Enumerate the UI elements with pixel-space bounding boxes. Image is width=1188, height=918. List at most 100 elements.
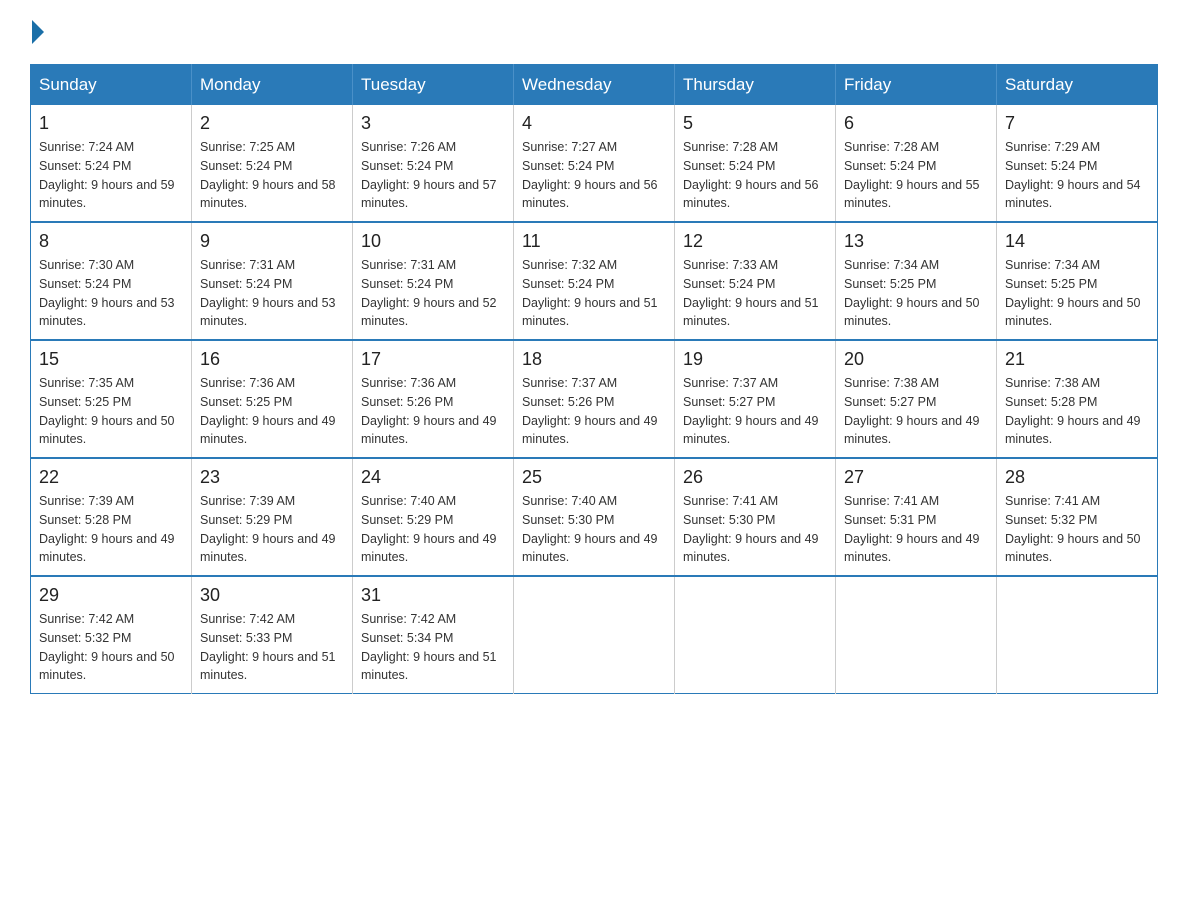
- day-info: Sunrise: 7:30 AM Sunset: 5:24 PM Dayligh…: [39, 256, 183, 331]
- day-number: 15: [39, 349, 183, 370]
- calendar-cell: 8 Sunrise: 7:30 AM Sunset: 5:24 PM Dayli…: [31, 222, 192, 340]
- day-info: Sunrise: 7:24 AM Sunset: 5:24 PM Dayligh…: [39, 138, 183, 213]
- day-number: 19: [683, 349, 827, 370]
- calendar-cell: 21 Sunrise: 7:38 AM Sunset: 5:28 PM Dayl…: [997, 340, 1158, 458]
- day-info: Sunrise: 7:38 AM Sunset: 5:28 PM Dayligh…: [1005, 374, 1149, 449]
- calendar-cell: 15 Sunrise: 7:35 AM Sunset: 5:25 PM Dayl…: [31, 340, 192, 458]
- page-header: [30, 20, 1158, 44]
- calendar-cell: 11 Sunrise: 7:32 AM Sunset: 5:24 PM Dayl…: [514, 222, 675, 340]
- calendar-cell: 7 Sunrise: 7:29 AM Sunset: 5:24 PM Dayli…: [997, 105, 1158, 222]
- calendar-cell: 24 Sunrise: 7:40 AM Sunset: 5:29 PM Dayl…: [353, 458, 514, 576]
- calendar-cell: 6 Sunrise: 7:28 AM Sunset: 5:24 PM Dayli…: [836, 105, 997, 222]
- day-number: 31: [361, 585, 505, 606]
- day-info: Sunrise: 7:34 AM Sunset: 5:25 PM Dayligh…: [1005, 256, 1149, 331]
- calendar-cell: 26 Sunrise: 7:41 AM Sunset: 5:30 PM Dayl…: [675, 458, 836, 576]
- day-number: 14: [1005, 231, 1149, 252]
- calendar-header-tuesday: Tuesday: [353, 65, 514, 106]
- calendar-cell: 22 Sunrise: 7:39 AM Sunset: 5:28 PM Dayl…: [31, 458, 192, 576]
- calendar-cell: 14 Sunrise: 7:34 AM Sunset: 5:25 PM Dayl…: [997, 222, 1158, 340]
- logo-arrow-icon: [32, 20, 44, 44]
- day-number: 6: [844, 113, 988, 134]
- calendar-cell: 17 Sunrise: 7:36 AM Sunset: 5:26 PM Dayl…: [353, 340, 514, 458]
- day-info: Sunrise: 7:33 AM Sunset: 5:24 PM Dayligh…: [683, 256, 827, 331]
- day-number: 24: [361, 467, 505, 488]
- calendar-cell: 20 Sunrise: 7:38 AM Sunset: 5:27 PM Dayl…: [836, 340, 997, 458]
- calendar-cell: 16 Sunrise: 7:36 AM Sunset: 5:25 PM Dayl…: [192, 340, 353, 458]
- calendar-header-saturday: Saturday: [997, 65, 1158, 106]
- day-number: 27: [844, 467, 988, 488]
- day-number: 7: [1005, 113, 1149, 134]
- day-info: Sunrise: 7:28 AM Sunset: 5:24 PM Dayligh…: [844, 138, 988, 213]
- day-info: Sunrise: 7:41 AM Sunset: 5:32 PM Dayligh…: [1005, 492, 1149, 567]
- calendar-week-row: 1 Sunrise: 7:24 AM Sunset: 5:24 PM Dayli…: [31, 105, 1158, 222]
- calendar-cell: 1 Sunrise: 7:24 AM Sunset: 5:24 PM Dayli…: [31, 105, 192, 222]
- day-number: 18: [522, 349, 666, 370]
- calendar-week-row: 15 Sunrise: 7:35 AM Sunset: 5:25 PM Dayl…: [31, 340, 1158, 458]
- calendar-cell: 5 Sunrise: 7:28 AM Sunset: 5:24 PM Dayli…: [675, 105, 836, 222]
- day-info: Sunrise: 7:32 AM Sunset: 5:24 PM Dayligh…: [522, 256, 666, 331]
- calendar-cell: [675, 576, 836, 694]
- day-number: 16: [200, 349, 344, 370]
- day-info: Sunrise: 7:41 AM Sunset: 5:31 PM Dayligh…: [844, 492, 988, 567]
- day-info: Sunrise: 7:25 AM Sunset: 5:24 PM Dayligh…: [200, 138, 344, 213]
- day-number: 25: [522, 467, 666, 488]
- day-number: 29: [39, 585, 183, 606]
- calendar-cell: [836, 576, 997, 694]
- calendar-cell: 13 Sunrise: 7:34 AM Sunset: 5:25 PM Dayl…: [836, 222, 997, 340]
- calendar-cell: [514, 576, 675, 694]
- day-info: Sunrise: 7:27 AM Sunset: 5:24 PM Dayligh…: [522, 138, 666, 213]
- day-number: 5: [683, 113, 827, 134]
- calendar-cell: 3 Sunrise: 7:26 AM Sunset: 5:24 PM Dayli…: [353, 105, 514, 222]
- day-info: Sunrise: 7:37 AM Sunset: 5:26 PM Dayligh…: [522, 374, 666, 449]
- day-number: 21: [1005, 349, 1149, 370]
- day-info: Sunrise: 7:36 AM Sunset: 5:26 PM Dayligh…: [361, 374, 505, 449]
- day-info: Sunrise: 7:29 AM Sunset: 5:24 PM Dayligh…: [1005, 138, 1149, 213]
- day-info: Sunrise: 7:42 AM Sunset: 5:32 PM Dayligh…: [39, 610, 183, 685]
- day-number: 3: [361, 113, 505, 134]
- calendar-table: SundayMondayTuesdayWednesdayThursdayFrid…: [30, 64, 1158, 694]
- day-info: Sunrise: 7:37 AM Sunset: 5:27 PM Dayligh…: [683, 374, 827, 449]
- calendar-cell: 29 Sunrise: 7:42 AM Sunset: 5:32 PM Dayl…: [31, 576, 192, 694]
- day-number: 26: [683, 467, 827, 488]
- day-number: 13: [844, 231, 988, 252]
- calendar-header-monday: Monday: [192, 65, 353, 106]
- day-info: Sunrise: 7:39 AM Sunset: 5:28 PM Dayligh…: [39, 492, 183, 567]
- day-info: Sunrise: 7:31 AM Sunset: 5:24 PM Dayligh…: [200, 256, 344, 331]
- calendar-week-row: 22 Sunrise: 7:39 AM Sunset: 5:28 PM Dayl…: [31, 458, 1158, 576]
- day-info: Sunrise: 7:42 AM Sunset: 5:33 PM Dayligh…: [200, 610, 344, 685]
- calendar-cell: 2 Sunrise: 7:25 AM Sunset: 5:24 PM Dayli…: [192, 105, 353, 222]
- day-info: Sunrise: 7:34 AM Sunset: 5:25 PM Dayligh…: [844, 256, 988, 331]
- day-number: 8: [39, 231, 183, 252]
- calendar-cell: [997, 576, 1158, 694]
- day-info: Sunrise: 7:39 AM Sunset: 5:29 PM Dayligh…: [200, 492, 344, 567]
- calendar-cell: 9 Sunrise: 7:31 AM Sunset: 5:24 PM Dayli…: [192, 222, 353, 340]
- day-info: Sunrise: 7:36 AM Sunset: 5:25 PM Dayligh…: [200, 374, 344, 449]
- day-number: 20: [844, 349, 988, 370]
- day-info: Sunrise: 7:40 AM Sunset: 5:29 PM Dayligh…: [361, 492, 505, 567]
- logo: [30, 20, 46, 44]
- day-info: Sunrise: 7:42 AM Sunset: 5:34 PM Dayligh…: [361, 610, 505, 685]
- calendar-header-wednesday: Wednesday: [514, 65, 675, 106]
- day-number: 28: [1005, 467, 1149, 488]
- calendar-cell: 19 Sunrise: 7:37 AM Sunset: 5:27 PM Dayl…: [675, 340, 836, 458]
- calendar-cell: 23 Sunrise: 7:39 AM Sunset: 5:29 PM Dayl…: [192, 458, 353, 576]
- calendar-header-sunday: Sunday: [31, 65, 192, 106]
- day-number: 10: [361, 231, 505, 252]
- day-number: 9: [200, 231, 344, 252]
- calendar-cell: 12 Sunrise: 7:33 AM Sunset: 5:24 PM Dayl…: [675, 222, 836, 340]
- day-info: Sunrise: 7:41 AM Sunset: 5:30 PM Dayligh…: [683, 492, 827, 567]
- day-number: 22: [39, 467, 183, 488]
- calendar-cell: 27 Sunrise: 7:41 AM Sunset: 5:31 PM Dayl…: [836, 458, 997, 576]
- day-number: 11: [522, 231, 666, 252]
- calendar-week-row: 29 Sunrise: 7:42 AM Sunset: 5:32 PM Dayl…: [31, 576, 1158, 694]
- calendar-header-thursday: Thursday: [675, 65, 836, 106]
- day-number: 12: [683, 231, 827, 252]
- day-number: 23: [200, 467, 344, 488]
- calendar-cell: 10 Sunrise: 7:31 AM Sunset: 5:24 PM Dayl…: [353, 222, 514, 340]
- day-info: Sunrise: 7:35 AM Sunset: 5:25 PM Dayligh…: [39, 374, 183, 449]
- calendar-cell: 25 Sunrise: 7:40 AM Sunset: 5:30 PM Dayl…: [514, 458, 675, 576]
- calendar-cell: 30 Sunrise: 7:42 AM Sunset: 5:33 PM Dayl…: [192, 576, 353, 694]
- day-info: Sunrise: 7:40 AM Sunset: 5:30 PM Dayligh…: [522, 492, 666, 567]
- day-info: Sunrise: 7:31 AM Sunset: 5:24 PM Dayligh…: [361, 256, 505, 331]
- calendar-cell: 18 Sunrise: 7:37 AM Sunset: 5:26 PM Dayl…: [514, 340, 675, 458]
